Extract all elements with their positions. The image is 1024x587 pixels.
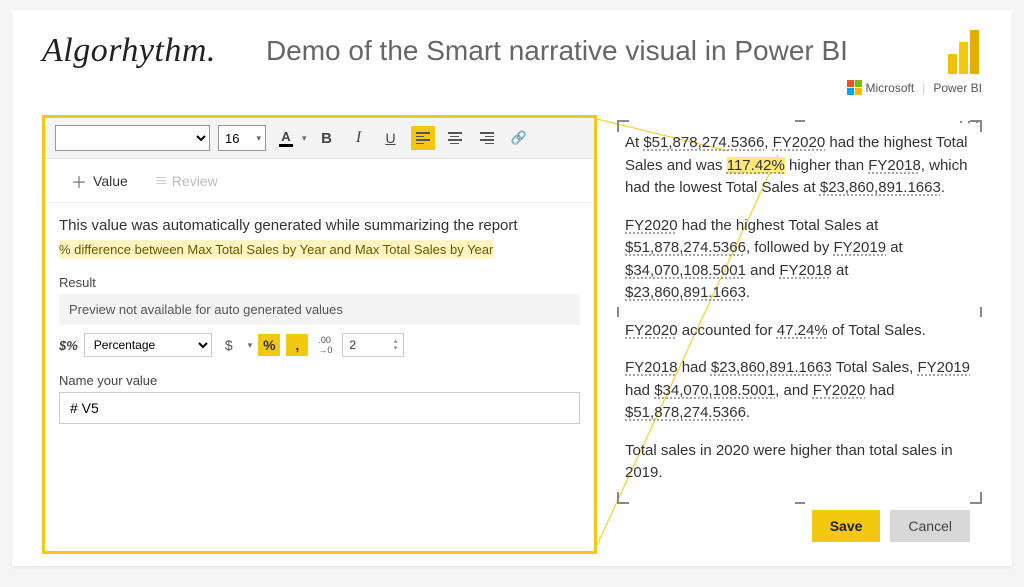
narrative-paragraph: FY2018 had $23,860,891.1663 Total Sales,… bbox=[625, 357, 972, 425]
auto-generated-message: This value was automatically generated w… bbox=[59, 217, 580, 234]
text-toolbar: 16 ▾ A ▾ B I U bbox=[45, 118, 594, 159]
thousands-separator-button[interactable]: , bbox=[286, 334, 308, 356]
percent-format-button[interactable]: % bbox=[258, 334, 280, 356]
value-editor-panel: 16 ▾ A ▾ B I U bbox=[42, 115, 597, 554]
resize-handle[interactable] bbox=[970, 120, 982, 132]
text-color-button[interactable]: A bbox=[274, 126, 298, 150]
editor-body: This value was automatically generated w… bbox=[45, 203, 594, 551]
resize-handle[interactable] bbox=[617, 307, 619, 317]
bold-button[interactable]: B bbox=[315, 126, 339, 150]
tab-review[interactable]: Review bbox=[142, 159, 232, 202]
align-left-button[interactable] bbox=[411, 126, 435, 150]
resize-handle[interactable] bbox=[980, 307, 982, 317]
resize-handle[interactable] bbox=[617, 492, 629, 504]
smart-narrative-visual[interactable]: At $51,878,274.5366, FY2020 had the high… bbox=[617, 120, 982, 504]
powerbi-icon bbox=[948, 30, 982, 74]
editor-tabs: ＋ Value Review bbox=[45, 159, 594, 203]
font-family-select[interactable] bbox=[55, 125, 210, 151]
italic-button[interactable]: I bbox=[347, 126, 371, 150]
result-label: Result bbox=[59, 275, 580, 290]
resize-handle[interactable] bbox=[970, 492, 982, 504]
main-area: 16 ▾ A ▾ B I U bbox=[42, 115, 982, 554]
decimals-shift-button[interactable]: .00→0 bbox=[314, 334, 336, 356]
name-label: Name your value bbox=[59, 373, 580, 388]
resize-handle[interactable] bbox=[795, 120, 805, 122]
powerbi-label: Power BI bbox=[933, 81, 982, 95]
chevron-down-icon[interactable]: ▾ bbox=[248, 340, 253, 351]
currency-format-button[interactable]: $ bbox=[218, 334, 240, 356]
brand-line: Microsoft | Power BI bbox=[847, 80, 983, 95]
value-name-input[interactable] bbox=[59, 392, 580, 424]
format-row: $% Percentage $ ▾ % , .00→0 2 ▴▾ bbox=[59, 333, 580, 357]
format-icon: $% bbox=[59, 338, 78, 353]
narrative-paragraph: Total sales in 2020 were higher than tot… bbox=[625, 440, 972, 485]
report-page: Algorhythm. Demo of the Smart narrative … bbox=[12, 10, 1012, 566]
underline-button[interactable]: U bbox=[379, 126, 403, 150]
narrative-paragraph: FY2020 had the highest Total Sales at $5… bbox=[625, 215, 972, 305]
resize-handle[interactable] bbox=[795, 502, 805, 504]
align-right-button[interactable] bbox=[475, 126, 499, 150]
narrative-container: ··· At $51,878,274.5366, FY2020 had the … bbox=[617, 115, 982, 554]
tab-value[interactable]: ＋ Value bbox=[57, 159, 142, 202]
microsoft-label: Microsoft bbox=[866, 81, 915, 95]
format-type-select[interactable]: Percentage bbox=[84, 333, 212, 357]
page-title: Demo of the Smart narrative visual in Po… bbox=[266, 35, 848, 67]
result-preview: Preview not available for auto generated… bbox=[59, 294, 580, 325]
link-button[interactable]: 🔗 bbox=[507, 126, 531, 150]
brand-logo: Algorhythm. bbox=[42, 32, 216, 70]
decimals-input[interactable]: 2 ▴▾ bbox=[342, 333, 404, 357]
chevron-down-icon[interactable]: ▾ bbox=[302, 133, 307, 144]
narrative-paragraph: FY2020 accounted for 47.24% of Total Sal… bbox=[625, 320, 972, 343]
align-center-button[interactable] bbox=[443, 126, 467, 150]
resize-handle[interactable] bbox=[617, 120, 629, 132]
stepper-icon[interactable]: ▴▾ bbox=[394, 338, 398, 352]
plus-icon: ＋ bbox=[71, 169, 87, 193]
brand-area: Microsoft | Power BI bbox=[847, 30, 983, 95]
value-description: % difference between Max Total Sales by … bbox=[59, 240, 493, 259]
chevron-down-icon: ▾ bbox=[256, 133, 261, 144]
highlighted-value: 117.42% bbox=[727, 157, 785, 174]
narrative-paragraph: At $51,878,274.5366, FY2020 had the high… bbox=[625, 132, 972, 200]
font-size-select[interactable]: 16 ▾ bbox=[218, 125, 266, 151]
microsoft-icon bbox=[847, 80, 862, 95]
list-icon bbox=[156, 177, 166, 185]
